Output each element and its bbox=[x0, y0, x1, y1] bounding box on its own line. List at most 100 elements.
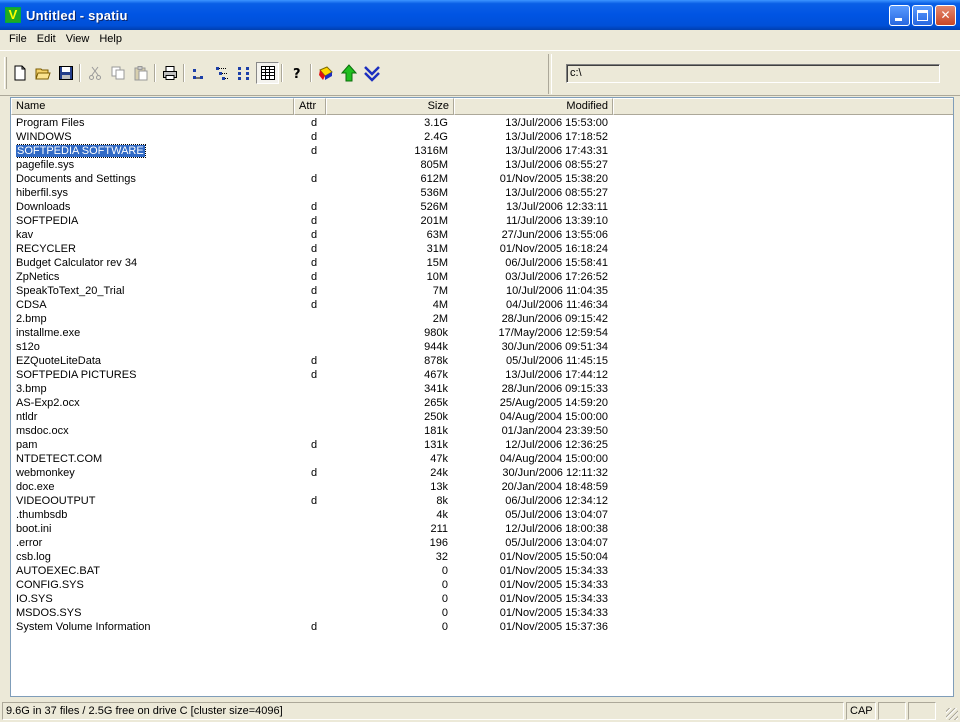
table-row[interactable]: ZpNetics d 10M 03/Jul/2006 17:26:52 bbox=[11, 270, 953, 284]
table-row[interactable]: VIDEOOUTPUT d 8k 06/Jul/2006 12:34:12 bbox=[11, 494, 953, 508]
file-size: 612M bbox=[420, 173, 448, 185]
table-row[interactable]: SOFTPEDIA PICTURES d 467k 13/Jul/2006 17:44… bbox=[11, 368, 953, 382]
file-name-text: 3.bmp bbox=[16, 383, 47, 395]
table-row[interactable]: MSDOS.SYS 0 01/Nov/2005 15:34:33 bbox=[11, 606, 953, 620]
table-row[interactable]: CDSA d 4M 04/Jul/2006 11:46:34 bbox=[11, 298, 953, 312]
file-name: IO.SYS bbox=[16, 592, 296, 606]
file-name-text: webmonkey bbox=[16, 467, 75, 479]
file-size: 0 bbox=[441, 565, 448, 577]
table-row[interactable]: pam d 131k 12/Jul/2006 12:36:25 bbox=[11, 438, 953, 452]
file-name: RECYCLER bbox=[16, 242, 296, 256]
file-modified: 12/Jul/2006 12:36:25 bbox=[505, 439, 608, 451]
table-row[interactable]: WINDOWS d 2.4G 13/Jul/2006 17:18:52 bbox=[11, 130, 953, 144]
app-icon[interactable]: V bbox=[5, 7, 21, 23]
table-row[interactable]: SOFTPEDIA d 201M 11/Jul/2006 13:39:10 bbox=[11, 214, 953, 228]
table-row[interactable]: ntldr 250k 04/Aug/2004 15:00:00 bbox=[11, 410, 953, 424]
file-size: 265k bbox=[424, 397, 448, 409]
file-name-text: VIDEOOUTPUT bbox=[16, 495, 96, 507]
file-size: 0 bbox=[441, 607, 448, 619]
column-header-size[interactable]: Size bbox=[326, 98, 454, 115]
paste-button[interactable] bbox=[129, 62, 152, 84]
column-header-attr[interactable]: Attr bbox=[294, 98, 326, 115]
table-row[interactable]: msdoc.ocx 181k 01/Jan/2004 23:39:50 bbox=[11, 424, 953, 438]
path-field[interactable]: c:\ bbox=[566, 64, 940, 83]
menu-help[interactable]: Help bbox=[94, 33, 127, 45]
cut-button[interactable] bbox=[83, 62, 106, 84]
file-modified: 12/Jul/2006 18:00:38 bbox=[505, 523, 608, 535]
minimize-icon bbox=[895, 18, 902, 21]
table-row[interactable]: hiberfil.sys 536M 13/Jul/2006 08:55:27 bbox=[11, 186, 953, 200]
table-row[interactable]: kav d 63M 27/Jun/2006 13:55:06 bbox=[11, 228, 953, 242]
print-button[interactable] bbox=[158, 62, 181, 84]
file-size: 0 bbox=[441, 593, 448, 605]
table-row[interactable]: Downloads d 526M 13/Jul/2006 12:33:11 bbox=[11, 200, 953, 214]
menu-view[interactable]: View bbox=[61, 33, 95, 45]
file-modified: 20/Jan/2004 18:48:59 bbox=[501, 481, 608, 493]
file-size: 2M bbox=[432, 313, 448, 325]
table-row[interactable]: boot.ini 211 12/Jul/2006 18:00:38 bbox=[11, 522, 953, 536]
table-row[interactable]: NTDETECT.COM 47k 04/Aug/2004 15:00:00 bbox=[11, 452, 953, 466]
tree-view-button[interactable] bbox=[233, 62, 256, 84]
table-row[interactable]: RECYCLER d 31M 01/Nov/2005 16:18:24 bbox=[11, 242, 953, 256]
file-size: 31M bbox=[426, 243, 448, 255]
menu-bar: File Edit View Help bbox=[0, 30, 960, 48]
table-row[interactable]: CONFIG.SYS 0 01/Nov/2005 15:34:33 bbox=[11, 578, 953, 592]
table-row[interactable]: EZQuoteLiteData d 878k 05/Jul/2006 11:45:15 bbox=[11, 354, 953, 368]
file-name-text: MSDOS.SYS bbox=[16, 607, 82, 619]
file-size: 980k bbox=[424, 327, 448, 339]
table-row[interactable]: IO.SYS 0 01/Nov/2005 15:34:33 bbox=[11, 592, 953, 606]
table-row[interactable]: pagefile.sys 805M 13/Jul/2006 08:55:27 bbox=[11, 158, 953, 172]
table-row[interactable]: 3.bmp 341k 28/Jun/2006 09:15:33 bbox=[11, 382, 953, 396]
table-row[interactable]: SOFTPEDIA SOFTWARE d 1316M 13/Jul/2006 17:4… bbox=[11, 144, 953, 158]
column-header-name[interactable]: Name bbox=[11, 98, 294, 115]
file-name: NTDETECT.COM bbox=[16, 452, 296, 466]
file-name-text: boot.ini bbox=[16, 523, 52, 535]
table-row[interactable]: Program Files d 3.1G 13/Jul/2006 15:53:00 bbox=[11, 116, 953, 130]
table-row[interactable]: Documents and Settings d 612M 01/Nov/2005 1… bbox=[11, 172, 953, 186]
new-button[interactable] bbox=[8, 62, 31, 84]
file-name: SOFTPEDIA SOFTWARE bbox=[16, 144, 296, 158]
table-row[interactable]: s12o 944k 30/Jun/2006 09:51:34 bbox=[11, 340, 953, 354]
file-modified: 17/May/2006 12:59:54 bbox=[498, 327, 608, 339]
table-row[interactable]: installme.exe 980k 17/May/2006 12:59:54 bbox=[11, 326, 953, 340]
copy-button[interactable] bbox=[106, 62, 129, 84]
minimize-button[interactable] bbox=[889, 5, 910, 26]
file-name: pagefile.sys bbox=[16, 158, 296, 172]
maximize-button[interactable] bbox=[912, 5, 933, 26]
table-row[interactable]: .thumbsdb 4k 05/Jul/2006 13:04:07 bbox=[11, 508, 953, 522]
table-row[interactable]: webmonkey d 24k 30/Jun/2006 12:11:32 bbox=[11, 466, 953, 480]
table-row[interactable]: 2.bmp 2M 28/Jun/2006 09:15:42 bbox=[11, 312, 953, 326]
help-button[interactable]: ? bbox=[285, 62, 308, 84]
column-header-modified[interactable]: Modified bbox=[454, 98, 613, 115]
list-view-button[interactable] bbox=[210, 62, 233, 84]
table-row[interactable]: SpeakToText_20_Trial d 7M 10/Jul/2006 11:04… bbox=[11, 284, 953, 298]
file-list[interactable]: Name Attr Size Modified Program Files d 3.… bbox=[10, 97, 954, 697]
open-button[interactable] bbox=[31, 62, 54, 84]
drill-down-button[interactable] bbox=[360, 62, 383, 84]
file-name: Downloads bbox=[16, 200, 296, 214]
table-row[interactable]: csb.log 32 01/Nov/2005 15:50:04 bbox=[11, 550, 953, 564]
color-button[interactable] bbox=[314, 62, 337, 84]
small-icons-view-button[interactable] bbox=[187, 62, 210, 84]
size-grip[interactable] bbox=[946, 708, 958, 720]
title-bar[interactable]: V Untitled - spatiu ✕ bbox=[0, 0, 960, 30]
save-button[interactable] bbox=[54, 62, 77, 84]
file-name: installme.exe bbox=[16, 326, 296, 340]
file-size: 63M bbox=[426, 229, 448, 241]
toolbar-grip[interactable] bbox=[4, 57, 7, 89]
menu-file[interactable]: File bbox=[4, 33, 32, 45]
table-row[interactable]: Budget Calculator rev 34 d 15M 06/Jul/2006 … bbox=[11, 256, 953, 270]
menu-edit[interactable]: Edit bbox=[32, 33, 61, 45]
file-name: AUTOEXEC.BAT bbox=[16, 564, 296, 578]
file-size: 878k bbox=[424, 355, 448, 367]
close-button[interactable]: ✕ bbox=[935, 5, 956, 26]
table-row[interactable]: System Volume Information d 0 01/Nov/2005 1… bbox=[11, 620, 953, 634]
table-row[interactable]: doc.exe 13k 20/Jan/2004 18:48:59 bbox=[11, 480, 953, 494]
table-row[interactable]: .error 196 05/Jul/2006 13:04:07 bbox=[11, 536, 953, 550]
table-row[interactable]: AUTOEXEC.BAT 0 01/Nov/2005 15:34:33 bbox=[11, 564, 953, 578]
details-view-button[interactable] bbox=[256, 62, 279, 84]
table-row[interactable]: AS-Exp2.ocx 265k 25/Aug/2005 14:59:20 bbox=[11, 396, 953, 410]
up-button[interactable] bbox=[337, 62, 360, 84]
file-name-text: AUTOEXEC.BAT bbox=[16, 565, 100, 577]
window-controls: ✕ bbox=[889, 5, 956, 26]
